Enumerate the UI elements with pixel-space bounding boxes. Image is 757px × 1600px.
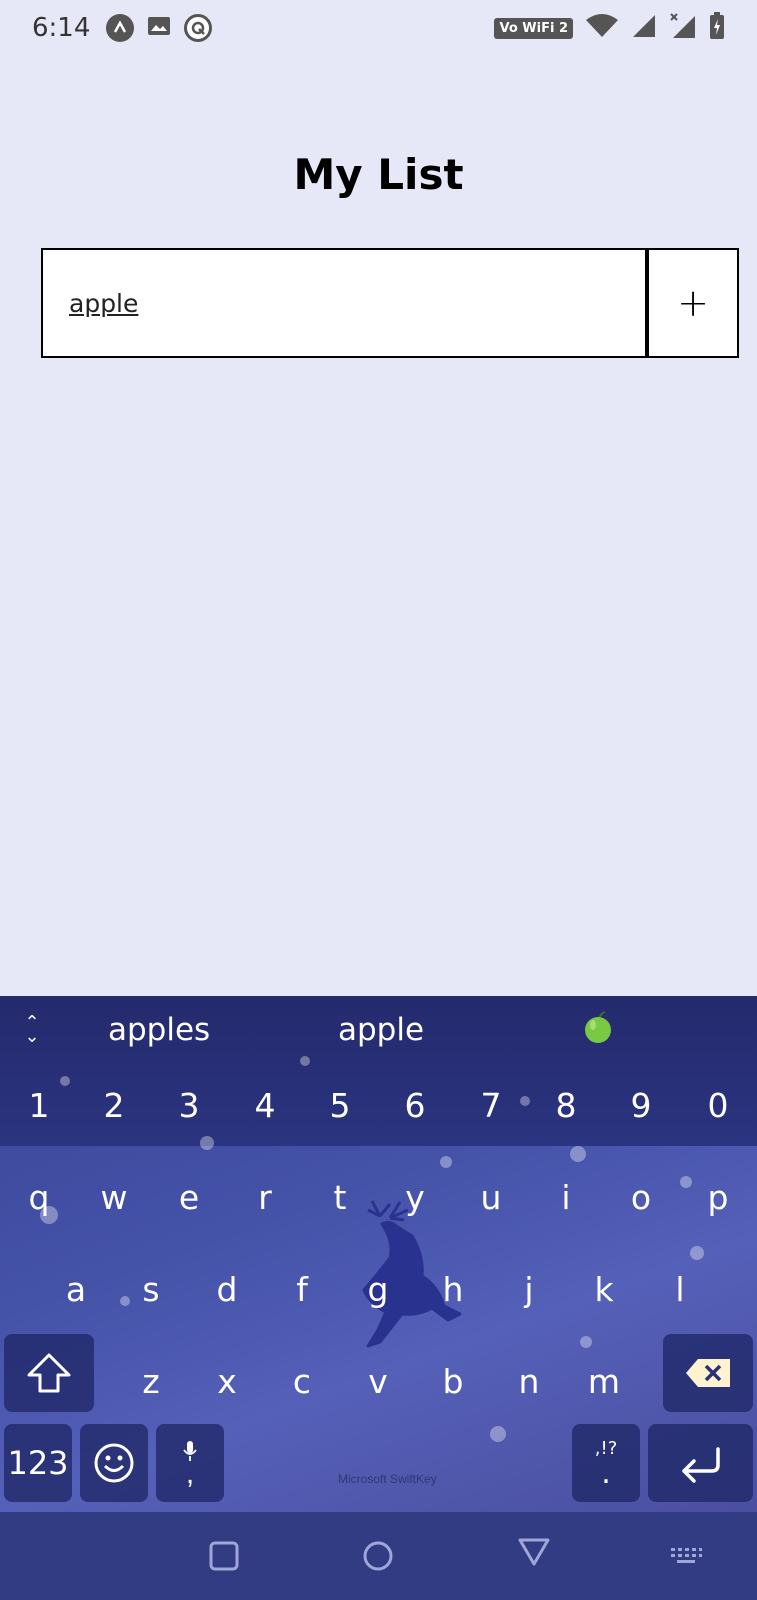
key-w[interactable]: w xyxy=(84,1178,144,1218)
period-label: . xyxy=(601,1455,611,1491)
item-input[interactable]: apple xyxy=(41,248,649,358)
key-i[interactable]: i xyxy=(536,1178,596,1218)
key-n[interactable]: n xyxy=(499,1362,559,1402)
page-title: My List xyxy=(293,150,464,199)
key-t[interactable]: t xyxy=(310,1178,370,1218)
recents-square-icon[interactable] xyxy=(206,1538,242,1574)
punctuation-key[interactable]: ,!? . xyxy=(572,1424,640,1502)
key-f[interactable]: f xyxy=(272,1270,332,1310)
backspace-key[interactable] xyxy=(663,1334,753,1412)
key-y[interactable]: y xyxy=(385,1178,445,1218)
key-5[interactable]: 5 xyxy=(310,1086,370,1126)
key-3[interactable]: 3 xyxy=(159,1086,219,1126)
vowifi-badge: Vo WiFi 2 xyxy=(494,17,573,39)
key-8[interactable]: 8 xyxy=(536,1086,596,1126)
key-c[interactable]: c xyxy=(272,1362,332,1402)
key-6[interactable]: 6 xyxy=(385,1086,445,1126)
key-9[interactable]: 9 xyxy=(611,1086,671,1126)
key-d[interactable]: d xyxy=(197,1270,257,1310)
expand-toolbar-icon[interactable]: ⌃ ⌄ xyxy=(20,1014,44,1046)
enter-key[interactable] xyxy=(648,1424,753,1502)
number-row: 1 2 3 4 5 6 7 8 9 0 xyxy=(0,1086,757,1166)
key-v[interactable]: v xyxy=(348,1362,408,1402)
green-apple-emoji-icon[interactable] xyxy=(580,1008,616,1044)
status-time: 6:14 xyxy=(32,13,91,43)
status-right-icons: Vo WiFi 2 xyxy=(494,11,725,45)
key-0[interactable]: 0 xyxy=(688,1086,748,1126)
key-7[interactable]: 7 xyxy=(461,1086,521,1126)
add-button[interactable]: + xyxy=(649,248,739,358)
key-g[interactable]: g xyxy=(348,1270,408,1310)
key-x[interactable]: x xyxy=(197,1362,257,1402)
emoji-key[interactable] xyxy=(80,1424,148,1502)
letter-row-1: q w e r t y u i o p xyxy=(0,1178,757,1258)
sparkle-decoration xyxy=(60,1076,70,1086)
keyboard-hide-icon[interactable] xyxy=(668,1538,704,1574)
backspace-icon xyxy=(686,1359,730,1387)
key-m[interactable]: m xyxy=(574,1362,634,1402)
suggestion-bar: ⌃ ⌄ apples apple xyxy=(0,996,757,1066)
enter-icon xyxy=(681,1447,720,1483)
sync-icon xyxy=(184,14,213,42)
comma-key[interactable]: , xyxy=(156,1424,224,1502)
comma-label: , xyxy=(185,1457,195,1490)
item-input-value: apple xyxy=(69,288,139,318)
wifi-icon xyxy=(585,13,619,44)
key-e[interactable]: e xyxy=(159,1178,219,1218)
notification-icons xyxy=(106,14,213,42)
key-q[interactable]: q xyxy=(9,1178,69,1218)
numbers-key[interactable]: 123 xyxy=(4,1424,72,1502)
smiley-icon xyxy=(94,1443,134,1483)
status-bar: 6:14 Vo WiFi 2 xyxy=(0,0,757,56)
key-p[interactable]: p xyxy=(688,1178,748,1218)
key-k[interactable]: k xyxy=(574,1270,634,1310)
image-icon xyxy=(146,15,172,42)
add-item-form: apple + xyxy=(41,248,739,358)
key-b[interactable]: b xyxy=(423,1362,483,1402)
letter-row-2: a s d f g h j k l xyxy=(0,1270,757,1350)
navigation-bar xyxy=(0,1512,757,1600)
battery-charging-icon xyxy=(709,11,725,45)
key-r[interactable]: r xyxy=(235,1178,295,1218)
key-l[interactable]: l xyxy=(650,1270,710,1310)
key-4[interactable]: 4 xyxy=(235,1086,295,1126)
key-h[interactable]: h xyxy=(423,1270,483,1310)
swiftkey-brand: Microsoft SwiftKey xyxy=(338,1472,437,1486)
suggestion-2[interactable]: apple xyxy=(338,1012,424,1048)
signal-no-service-icon xyxy=(669,12,697,45)
key-o[interactable]: o xyxy=(611,1178,671,1218)
app-notification-icon xyxy=(106,14,135,42)
soft-keyboard: ⌃ ⌄ apples apple 1 2 3 4 5 6 7 8 9 0 q w … xyxy=(0,996,757,1512)
key-u[interactable]: u xyxy=(461,1178,521,1218)
key-2[interactable]: 2 xyxy=(84,1086,144,1126)
key-a[interactable]: a xyxy=(46,1270,106,1310)
suggestion-1[interactable]: apples xyxy=(108,1012,210,1048)
back-triangle-icon[interactable] xyxy=(516,1534,552,1570)
key-s[interactable]: s xyxy=(121,1270,181,1310)
signal-icon xyxy=(631,13,657,44)
key-1[interactable]: 1 xyxy=(9,1086,69,1126)
home-circle-icon[interactable] xyxy=(360,1538,396,1574)
key-z[interactable]: z xyxy=(121,1362,181,1402)
key-j[interactable]: j xyxy=(499,1270,559,1310)
